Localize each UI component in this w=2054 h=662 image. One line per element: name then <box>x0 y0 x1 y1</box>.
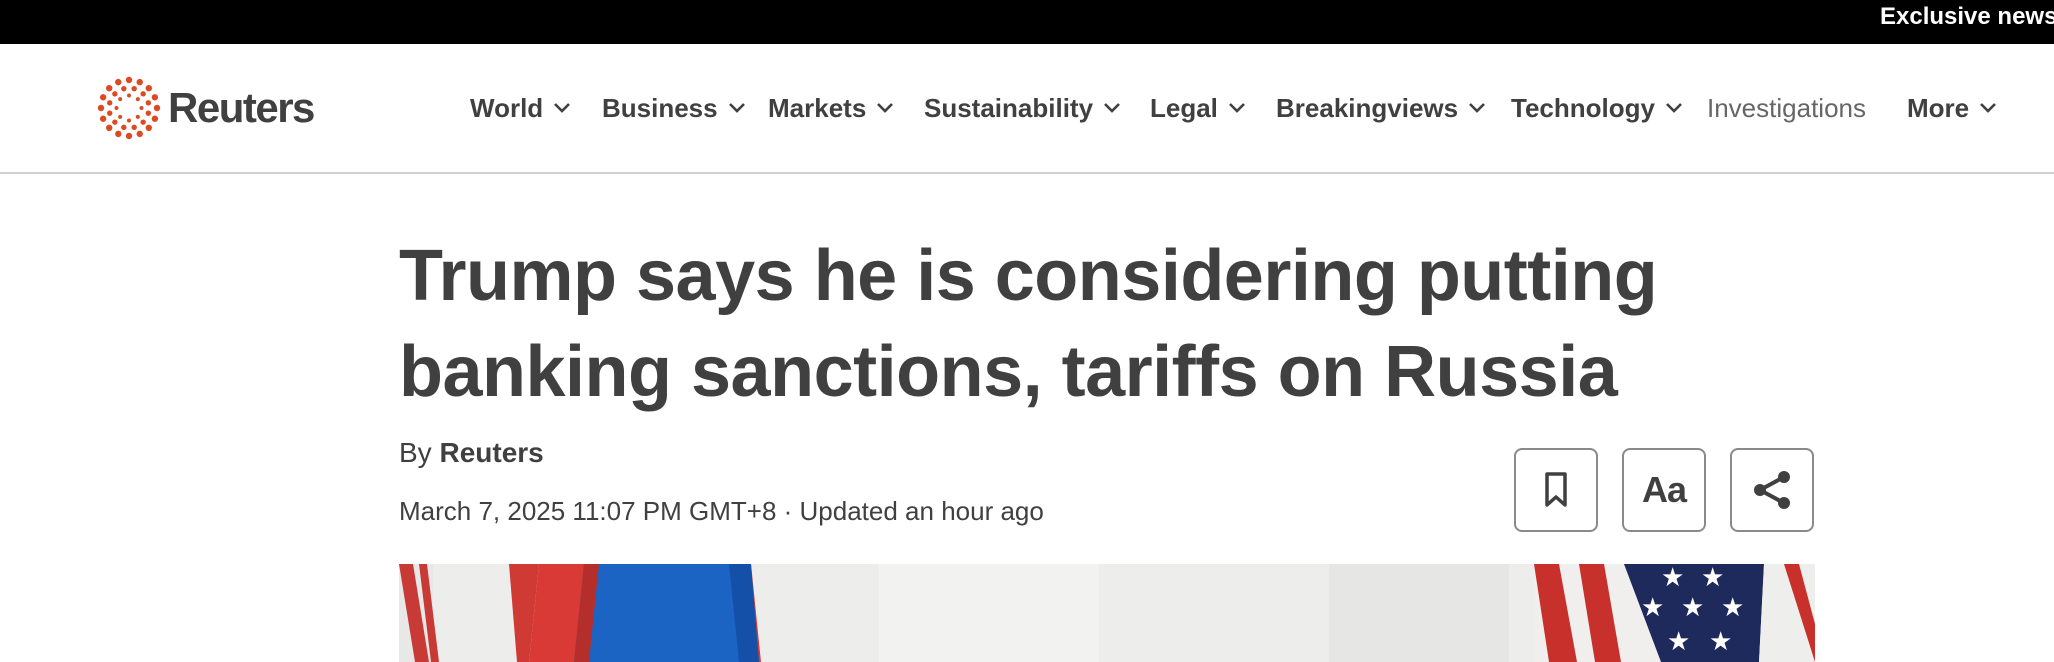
chevron-down-icon <box>877 103 894 113</box>
nav-item-label: World <box>470 92 544 123</box>
logo-dot <box>127 93 131 98</box>
logo-dot <box>136 130 143 138</box>
logo-dot <box>114 106 119 110</box>
nav-item-legal[interactable]: Legal <box>1150 90 1246 126</box>
logo-dot <box>145 100 152 106</box>
nav-item-markets[interactable]: Markets <box>768 90 894 126</box>
logo-dot <box>136 78 143 86</box>
nav-item-technology[interactable]: Technology <box>1511 90 1683 126</box>
logo-dot <box>140 91 146 97</box>
nav-item-label: Breakingviews <box>1276 92 1459 123</box>
svg-text:★: ★ <box>1709 627 1732 657</box>
chevron-down-icon <box>728 103 745 113</box>
logo-dot <box>106 110 113 116</box>
reuters-logo[interactable]: Reuters <box>96 75 315 141</box>
byline: By Reuters <box>399 435 544 471</box>
us-flag: ★ ★ ★ ★ ★ ★ ★ <box>1534 564 1815 662</box>
nav-item-label: Legal <box>1150 92 1218 123</box>
logo-text: Reuters <box>168 84 315 131</box>
hero-illustration: ★ ★ ★ ★ ★ ★ ★ <box>399 564 1815 662</box>
nav-item-label: Technology <box>1511 92 1655 123</box>
logo-dot <box>99 115 107 122</box>
bookmark-icon <box>1545 472 1567 507</box>
logo-dot <box>125 132 133 140</box>
byline-prefix: By <box>399 437 432 468</box>
reuters-logo-icon <box>97 76 161 140</box>
svg-text:★: ★ <box>1667 627 1690 657</box>
nav-item-sustainability[interactable]: Sustainability <box>924 90 1121 126</box>
logo-dot <box>112 119 118 125</box>
text-size-label: Aa <box>1641 469 1687 510</box>
banner-text[interactable]: Exclusive news <box>1880 0 2054 34</box>
article-headline: Trump says he is considering putting ban… <box>399 236 1658 412</box>
nav-item-label: Markets <box>768 92 867 123</box>
logo-dot <box>131 124 137 131</box>
nav-item-more[interactable]: More <box>1907 90 1997 126</box>
chevron-down-icon <box>1469 103 1486 113</box>
nav-item-label: Business <box>602 92 718 123</box>
bookmark-button[interactable] <box>1514 448 1598 532</box>
svg-text:★: ★ <box>1681 593 1704 623</box>
logo-dot <box>151 115 159 122</box>
share-icon <box>1754 471 1790 509</box>
logo-dot <box>139 106 144 110</box>
logo-dot <box>127 118 131 123</box>
chevron-down-icon <box>1980 103 1997 113</box>
nav-item-breakingviews[interactable]: Breakingviews <box>1276 90 1486 126</box>
logo-dot <box>140 119 146 125</box>
nav-item-investigations[interactable]: Investigations <box>1707 90 1866 126</box>
logo-dot <box>106 100 113 106</box>
logo-dot <box>121 85 127 92</box>
text-size-button[interactable]: Aa <box>1622 448 1706 532</box>
dateline: March 7, 2025 11:07 PM GMT+8 · Updated a… <box>399 496 1044 526</box>
logo-dot <box>145 110 152 116</box>
svg-text:★: ★ <box>1641 593 1664 623</box>
chevron-down-icon <box>1666 103 1682 113</box>
logo-dot <box>135 97 140 102</box>
svg-text:★: ★ <box>1661 564 1684 593</box>
author-link[interactable]: Reuters <box>439 437 543 468</box>
svg-text:★: ★ <box>1701 564 1724 593</box>
nav-item-business[interactable]: Business <box>602 90 746 126</box>
logo-dot <box>112 91 118 97</box>
logo-dot <box>106 85 113 92</box>
logo-dot <box>145 124 152 131</box>
nav-item-world[interactable]: World <box>470 90 571 126</box>
logo-dot <box>153 104 161 112</box>
chevron-down-icon <box>1104 103 1120 113</box>
logo-dot <box>131 85 137 92</box>
logo-dot <box>121 124 127 131</box>
logo-dot <box>135 114 140 119</box>
top-banner[interactable]: Exclusive news <box>0 0 2054 44</box>
hero-image: ★ ★ ★ ★ ★ ★ ★ <box>399 564 1815 662</box>
logo-dot <box>115 130 122 138</box>
logo-dot <box>125 76 133 84</box>
nav-item-label: More <box>1907 92 1970 123</box>
svg-text:★: ★ <box>1721 593 1744 623</box>
logo-dot <box>106 124 113 131</box>
logo-dot <box>151 94 159 101</box>
nav-item-label: Sustainability <box>924 92 1094 123</box>
logo-dot <box>118 114 123 119</box>
share-button[interactable] <box>1730 448 1814 532</box>
logo-dot <box>115 78 122 86</box>
logo-dot <box>97 104 105 112</box>
logo-dot <box>99 94 107 101</box>
chevron-down-icon <box>554 103 571 113</box>
us-flag-left-edge <box>399 564 439 662</box>
russian-flag <box>509 564 761 662</box>
logo-dot <box>145 85 152 92</box>
chevron-down-icon <box>1229 103 1245 113</box>
nav-item-label: Investigations <box>1707 92 1866 123</box>
logo-dot <box>118 97 123 102</box>
site-header: Reuters World Business Markets Sustainab… <box>0 44 2054 174</box>
